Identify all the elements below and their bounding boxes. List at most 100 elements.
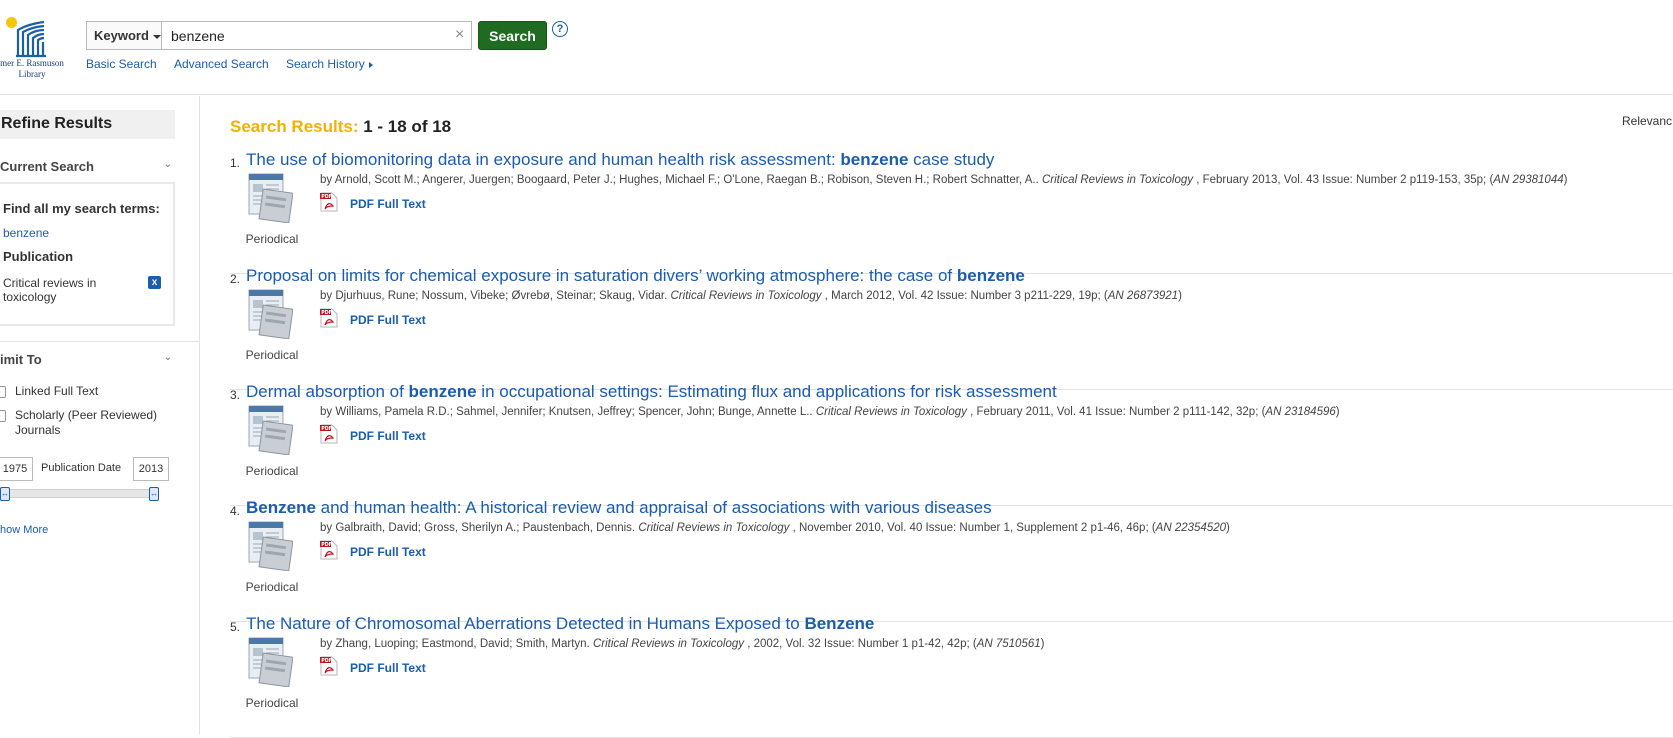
- clear-search-icon[interactable]: ×: [455, 27, 464, 43]
- pdf-icon[interactable]: PDF: [320, 540, 338, 560]
- date-slider-track[interactable]: [4, 489, 158, 498]
- citation-journal: Critical Reviews in Toxicology: [638, 522, 790, 534]
- limit-option-label: Scholarly (Peer Reviewed) Journals: [15, 408, 158, 437]
- refine-results-title: Refine Results: [0, 110, 175, 139]
- library-logo[interactable]: mer E. Rasmuson Library: [0, 14, 68, 84]
- pdf-icon[interactable]: PDF: [320, 192, 338, 212]
- document-type-label: Periodical: [245, 696, 299, 710]
- citation-authors: by Zhang, Luoping; Eastmond, David; Smit…: [320, 638, 593, 650]
- advanced-search-link[interactable]: Advanced Search: [174, 57, 269, 71]
- title-text: and human health: A historical review an…: [315, 498, 992, 517]
- result-number: 3.: [230, 388, 241, 402]
- pdf-full-text-link[interactable]: PDF Full Text: [350, 313, 426, 327]
- slider-handle-left[interactable]: ↔: [0, 487, 10, 501]
- checkbox[interactable]: [0, 410, 6, 422]
- date-to-input[interactable]: 2013: [133, 457, 169, 481]
- pdf-icon[interactable]: PDF: [320, 308, 338, 328]
- title-text: in occupational settings: Estimating flu…: [476, 382, 1057, 401]
- search-history-link[interactable]: Search History: [286, 57, 373, 71]
- result-item: 4. Benzene and human health: A historica…: [230, 498, 1673, 622]
- result-title-link[interactable]: Dermal absorption of benzene in occupati…: [246, 382, 1057, 402]
- results-label: Search Results:: [230, 117, 359, 136]
- current-search-box: Find all my search terms: benzene Public…: [0, 182, 175, 326]
- limit-linked-full-text[interactable]: Linked Full Text: [0, 384, 98, 399]
- sort-dropdown[interactable]: Relevanc: [1622, 114, 1672, 128]
- pdf-icon[interactable]: PDF: [320, 424, 338, 444]
- result-title-link[interactable]: Benzene and human health: A historical r…: [246, 498, 992, 518]
- citation-accession-number: AN 29381044: [1493, 174, 1564, 186]
- result-title-link[interactable]: The use of biomonitoring data in exposur…: [246, 150, 994, 170]
- refine-sidebar: Refine Results Current Search ⌄ Find all…: [0, 96, 200, 734]
- result-citation: by Williams, Pamela R.D.; Sahmel, Jennif…: [320, 406, 1340, 418]
- help-icon[interactable]: ?: [552, 21, 568, 37]
- find-all-terms-label: Find all my search terms:: [3, 201, 160, 216]
- result-number: 4.: [230, 504, 241, 518]
- citation-accession-number: AN 7510561: [976, 638, 1041, 650]
- document-type-label: Periodical: [245, 348, 299, 362]
- basic-search-link[interactable]: Basic Search: [86, 57, 157, 71]
- periodical-icon[interactable]: [247, 173, 293, 223]
- search-box: Keyword ×: [86, 21, 472, 50]
- limit-to-header[interactable]: imit To ⌄: [0, 352, 175, 367]
- results-count: 1 - 18 of 18: [363, 117, 452, 136]
- citation-details: ): [1563, 174, 1568, 186]
- result-title-link[interactable]: Proposal on limits for chemical exposure…: [246, 266, 1025, 286]
- citation-details: ): [1040, 638, 1045, 650]
- pdf-full-text-link[interactable]: PDF Full Text: [350, 661, 426, 675]
- title-text: Proposal on limits for chemical exposure…: [246, 266, 957, 285]
- title-highlight: Benzene: [804, 614, 875, 633]
- result-citation: by Arnold, Scott M.; Angerer, Juergen; B…: [320, 174, 1567, 186]
- remove-filter-icon[interactable]: x: [148, 276, 161, 289]
- document-type-label: Periodical: [245, 580, 299, 594]
- citation-details: , March 2012, Vol. 42 Issue: Number 3 p2…: [821, 290, 1108, 302]
- citation-details: ): [1178, 290, 1182, 302]
- svg-text:PDF: PDF: [321, 426, 332, 432]
- pdf-full-text-link[interactable]: PDF Full Text: [350, 545, 426, 559]
- citation-details: ): [1335, 406, 1340, 418]
- citation-authors: by Galbraith, David; Gross, Sherilyn A.;…: [320, 522, 639, 534]
- result-item: 1. The use of biomonitoring data in expo…: [230, 150, 1673, 274]
- search-field-dropdown[interactable]: Keyword: [87, 22, 162, 49]
- date-from-input[interactable]: 1975: [0, 457, 33, 481]
- periodical-icon[interactable]: [247, 289, 293, 339]
- citation-journal: Critical Reviews in Toxicology: [670, 290, 822, 302]
- result-item: 2. Proposal on limits for chemical expos…: [230, 266, 1673, 390]
- library-building-icon: [16, 20, 46, 58]
- result-number: 5.: [230, 620, 241, 634]
- periodical-icon[interactable]: [247, 521, 293, 571]
- svg-text:PDF: PDF: [321, 658, 332, 664]
- svg-text:PDF: PDF: [321, 542, 332, 548]
- slider-handle-right[interactable]: ↔: [149, 487, 159, 501]
- pdf-full-text-link[interactable]: PDF Full Text: [350, 197, 426, 211]
- citation-accession-number: AN 26873921: [1107, 290, 1179, 302]
- search-history-label: Search History: [286, 57, 365, 71]
- current-search-header[interactable]: Current Search ⌄: [0, 159, 175, 174]
- result-title-link[interactable]: The Nature of Chromosomal Aberrations De…: [246, 614, 874, 634]
- search-input[interactable]: [167, 23, 427, 48]
- title-highlight: benzene: [408, 382, 477, 401]
- periodical-icon[interactable]: [247, 637, 293, 687]
- pdf-full-text-link[interactable]: PDF Full Text: [350, 429, 426, 443]
- triangle-right-icon: [368, 61, 373, 68]
- result-citation: by Galbraith, David; Gross, Sherilyn A.;…: [320, 522, 1230, 534]
- result-number: 2.: [230, 272, 241, 286]
- limit-to-title: imit To: [0, 352, 42, 367]
- search-term-link[interactable]: benzene: [3, 226, 49, 240]
- result-item: 5. The Nature of Chromosomal Aberrations…: [230, 614, 1673, 738]
- pdf-icon[interactable]: PDF: [320, 656, 338, 676]
- logo-text-line2: Library: [18, 69, 46, 79]
- search-field-label: Keyword: [94, 28, 149, 43]
- document-type-label: Periodical: [245, 232, 299, 246]
- logo-text-line1: mer E. Rasmuson: [0, 58, 64, 68]
- chevron-down-icon: ⌄: [163, 352, 172, 363]
- search-button[interactable]: Search: [478, 21, 547, 50]
- limit-scholarly-journals[interactable]: Scholarly (Peer Reviewed) Journals: [0, 408, 165, 438]
- svg-text:PDF: PDF: [321, 194, 332, 200]
- periodical-icon[interactable]: [247, 405, 293, 455]
- show-more-link[interactable]: how More: [0, 524, 48, 536]
- citation-authors: by Williams, Pamela R.D.; Sahmel, Jennif…: [320, 406, 816, 418]
- citation-details: , November 2010, Vol. 40 Issue: Number 1…: [789, 522, 1156, 534]
- title-text: The Nature of Chromosomal Aberrations De…: [246, 614, 805, 633]
- checkbox[interactable]: [0, 386, 6, 398]
- limit-option-label: Linked Full Text: [15, 384, 99, 398]
